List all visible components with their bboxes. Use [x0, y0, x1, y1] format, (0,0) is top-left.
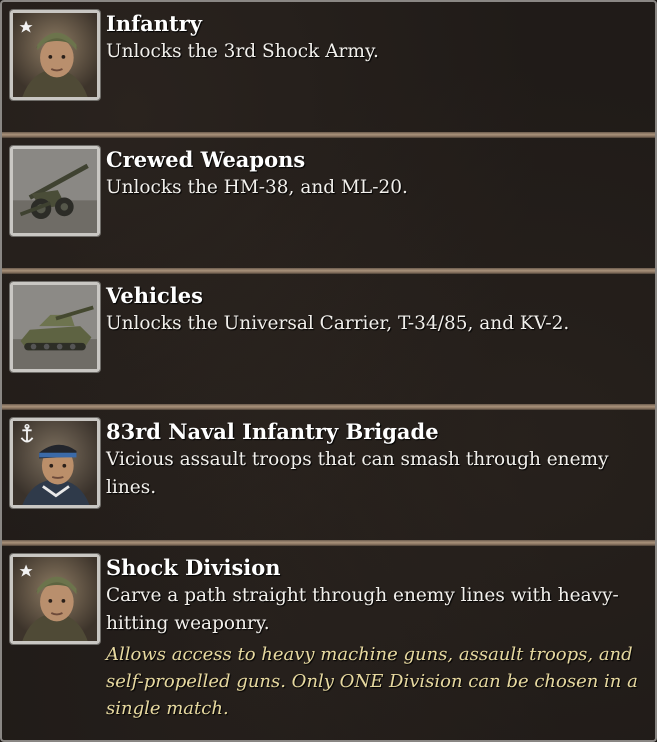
list-item-shock-division[interactable]: Shock Division Carve a path straight thr… [2, 546, 655, 740]
entry-note: Allows access to heavy machine guns, ass… [106, 644, 638, 719]
entry-description: Unlocks the HM-38, and ML-20. [106, 177, 408, 198]
entry-title: Vehicles [106, 283, 203, 308]
entry-title: Infantry [106, 11, 202, 36]
list-item-crewed-weapons[interactable]: Crewed Weapons Unlocks the HM-38, and ML… [2, 138, 655, 268]
list-item-vehicles[interactable]: Vehicles Unlocks the Universal Carrier, … [2, 274, 655, 404]
entry-description: Carve a path straight through enemy line… [106, 585, 619, 634]
entry-title: Crewed Weapons [106, 147, 306, 172]
tank-portrait-icon [9, 281, 101, 373]
unlock-list-panel: Infantry Unlocks the 3rd Shock Army. Cre… [0, 0, 657, 742]
entry-description: Unlocks the Universal Carrier, T-34/85, … [106, 313, 570, 334]
entry-title: 83rd Naval Infantry Brigade [106, 419, 439, 444]
entry-description: Unlocks the 3rd Shock Army. [106, 41, 379, 62]
list-item-naval-infantry[interactable]: 83rd Naval Infantry Brigade Vicious assa… [2, 410, 655, 540]
artillery-gun-portrait-icon [9, 145, 101, 237]
infantry-soldier-portrait-icon [9, 9, 101, 101]
entry-description: Vicious assault troops that can smash th… [106, 449, 609, 498]
entry-title: Shock Division [106, 555, 281, 580]
shock-division-portrait-icon [9, 553, 101, 645]
list-item-infantry[interactable]: Infantry Unlocks the 3rd Shock Army. [2, 2, 655, 132]
naval-infantry-portrait-icon [9, 417, 101, 509]
